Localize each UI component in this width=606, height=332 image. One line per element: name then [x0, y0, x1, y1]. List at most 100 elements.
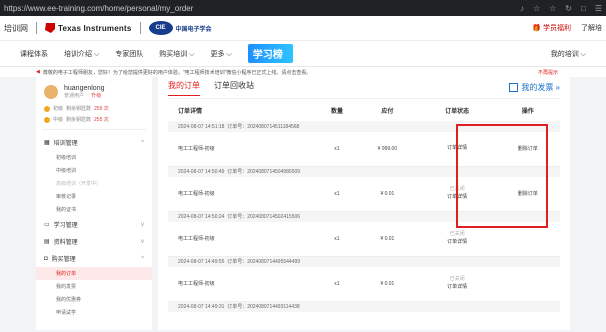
order-amount: ¥ 0.01 [356, 177, 419, 212]
order-status: 已关闭 订单详情 [418, 267, 496, 302]
order-header-row: 2024-08-07 14:49:55 订单号：2024080714495544… [168, 256, 560, 267]
order-meta: 2024-08-07 14:50:24 订单号：2024080714502415… [168, 211, 560, 222]
order-detail-link[interactable]: 订单详情 [419, 284, 496, 292]
key-icon [44, 116, 50, 123]
order-tabs: 我的订单 订单回收站 我的发票 » [168, 77, 560, 99]
tab-order-recycle[interactable]: 订单回收站 [214, 80, 254, 95]
dismiss-notice-link[interactable]: 不再提示 [538, 69, 558, 76]
notice-text[interactable]: 尊敬的电子工程师朋友，您好！为了给您提供更好的用户体验，"电工程师技术培训"微信… [43, 69, 312, 76]
menu-group-materials[interactable]: ▤ 资料管理 v [36, 233, 152, 250]
nav-my-training[interactable]: 我的培训 ⌵ [551, 49, 586, 59]
order-row: 电工工程师-初级 x1 ¥ 0.01 已关闭 订单详情 删除订单 [168, 177, 560, 212]
order-amount: ¥ 999.00 [356, 132, 419, 167]
sidebar-item-my-coupons[interactable]: 我的优惠券 [36, 293, 152, 306]
order-action: 删除订单 [495, 177, 560, 212]
order-meta: 2024-08-07 14:49:31 订单号：2024080714493114… [168, 301, 560, 312]
notice-bar: ◀ 尊敬的电子工程师朋友，您好！为了给您提供更好的用户体验，"电工程师技术培训"… [0, 67, 606, 77]
col-action: 操作 [521, 108, 534, 115]
sidebar-item-advanced: 高级培训（开发中） [56, 181, 102, 187]
order-action [495, 267, 560, 302]
order-quantity: x1 [317, 132, 357, 167]
refresh-icon[interactable]: ↻ [565, 4, 572, 13]
order-status: 订单详情 [418, 132, 496, 167]
col-status: 订单状态 [445, 108, 470, 115]
order-header-row: 2024-08-07 14:49:31 订单号：2024080714493114… [168, 301, 560, 312]
notice-icon: ◀ [36, 69, 40, 75]
bookmark-icon[interactable]: ☆ [533, 4, 540, 13]
order-amount: ¥ 0.01 [356, 267, 419, 302]
order-amount: ¥ 0.01 [356, 222, 419, 257]
leaderboard-banner[interactable]: 学习榜 [247, 44, 293, 63]
delete-order-button[interactable]: 删除订单 [518, 146, 538, 152]
order-row: 电工工程师-初级 x1 ¥ 999.00 订单详情 删除订单 [168, 132, 560, 167]
order-meta: 2024-08-07 14:49:55 订单号：2024080714495544… [168, 256, 560, 267]
order-status-text: 已关闭 [449, 186, 465, 193]
key-icon [44, 105, 50, 112]
order-product-name[interactable]: 电工工程师-初级 [168, 132, 318, 167]
user-role: 普通用户 ♡ 升级 [64, 93, 102, 99]
order-product-name[interactable]: 电工工程师-初级 [168, 222, 318, 257]
site-header: 培训网 Texas Instruments CIE 中国电子学会 🎁 学员福利 … [0, 16, 606, 41]
sidebar-item-basic[interactable]: 初级培训 [36, 151, 152, 164]
page-layout: huangenlong 普通用户 ♡ 升级 初级 剩余钥匙数 255 次 中级 … [0, 77, 606, 330]
nav-more[interactable]: 更多 ⌵ [211, 49, 232, 59]
menu-group-purchase[interactable]: ◘ 购买管理 ^ [36, 250, 152, 267]
bag-icon: ◘ [44, 255, 48, 262]
sidebar: huangenlong 普通用户 ♡ 升级 初级 剩余钥匙数 255 次 中级 … [36, 77, 152, 330]
chevron-down-icon: v [141, 238, 144, 245]
stat-intermediate: 中级 剩余钥匙数 255 次 [36, 114, 152, 125]
upgrade-link[interactable]: 升级 [91, 93, 101, 99]
menu-icon[interactable]: ☰ [595, 4, 602, 13]
window-icon[interactable]: □ [581, 4, 586, 13]
order-detail-link[interactable]: 订单详情 [419, 145, 496, 153]
student-benefits-link[interactable]: 🎁 学员福利 [532, 23, 571, 33]
col-order-details: 订单详情 [178, 108, 203, 115]
tab-my-orders[interactable]: 我的订单 [168, 80, 200, 96]
sidebar-item-my-orders[interactable]: 我的订单 [36, 267, 152, 280]
avatar[interactable] [44, 85, 58, 99]
delete-order-button[interactable]: 删除订单 [518, 191, 538, 197]
about-training-link[interactable]: 了解培 [581, 23, 602, 33]
order-product-name[interactable]: 电工工程师-初级 [168, 177, 318, 212]
sidebar-item-intermediate[interactable]: 中级培训 [36, 164, 152, 177]
order-action [495, 222, 560, 257]
nav-expert-team[interactable]: 专家团队 [115, 49, 143, 59]
order-product-name[interactable]: 电工工程师-初级 [168, 267, 318, 302]
nav-buy-training[interactable]: 购买培训 ⌵ [159, 49, 194, 59]
divider [42, 129, 146, 130]
stat-primary: 初级 剩余钥匙数 255 次 [36, 103, 152, 114]
ti-logo-icon [45, 23, 55, 33]
sidebar-item-my-invoices[interactable]: 我的发票 [36, 280, 152, 293]
address-bar[interactable]: https://www.ee-training.com/home/persona… [4, 4, 520, 13]
browser-bar: https://www.ee-training.com/home/persona… [0, 0, 606, 16]
cie-logo[interactable]: CIE 中国电子学会 [148, 21, 212, 35]
ti-logo[interactable]: Texas Instruments [45, 23, 132, 33]
site-title[interactable]: 培训网 [4, 23, 28, 34]
nav-training-intro[interactable]: 培训介绍 ⌵ [64, 49, 99, 59]
monitor-icon: ▭ [44, 222, 50, 228]
favorites-icon[interactable]: ☆ [549, 4, 556, 13]
sidebar-item-trial[interactable]: 申请试学 [36, 306, 152, 319]
order-status-text: 已关闭 [449, 231, 465, 238]
nav-course-system[interactable]: 课程体系 [20, 49, 48, 59]
menu-group-study[interactable]: ▭ 学习管理 v [36, 216, 152, 233]
order-detail-link[interactable]: 订单详情 [419, 239, 496, 247]
header-right: 🎁 学员福利 了解培 [532, 23, 602, 33]
browser-tools: ♪ ☆ ☆ ↻ □ ☰ [520, 4, 602, 13]
order-row: 电工工程师-初级 x1 ¥ 0.01 已关闭 订单详情 [168, 222, 560, 257]
username: huangenlong [64, 85, 105, 92]
orders-table: 订单详情 数量 应付 订单状态 操作 2024-08-07 14:51:18 订… [168, 99, 560, 312]
grid-icon: ▦ [44, 140, 50, 146]
menu-group-training[interactable]: ▦ 培训管理 ^ [36, 134, 152, 151]
divider [139, 22, 141, 34]
my-invoice-link[interactable]: 我的发票 » [509, 82, 560, 93]
order-detail-link[interactable]: 订单详情 [419, 194, 496, 202]
audio-icon[interactable]: ♪ [520, 4, 524, 13]
col-quantity: 数量 [330, 108, 343, 115]
sidebar-item-review[interactable]: 审核记录 [36, 190, 152, 203]
order-status: 已关闭 订单详情 [418, 222, 496, 257]
cie-logo-text: 中国电子学会 [175, 26, 212, 33]
sidebar-item-certificate[interactable]: 我的证书 [36, 203, 152, 216]
order-meta: 2024-08-07 14:50:49 订单号：2024080714504986… [168, 166, 560, 177]
divider [36, 22, 37, 34]
